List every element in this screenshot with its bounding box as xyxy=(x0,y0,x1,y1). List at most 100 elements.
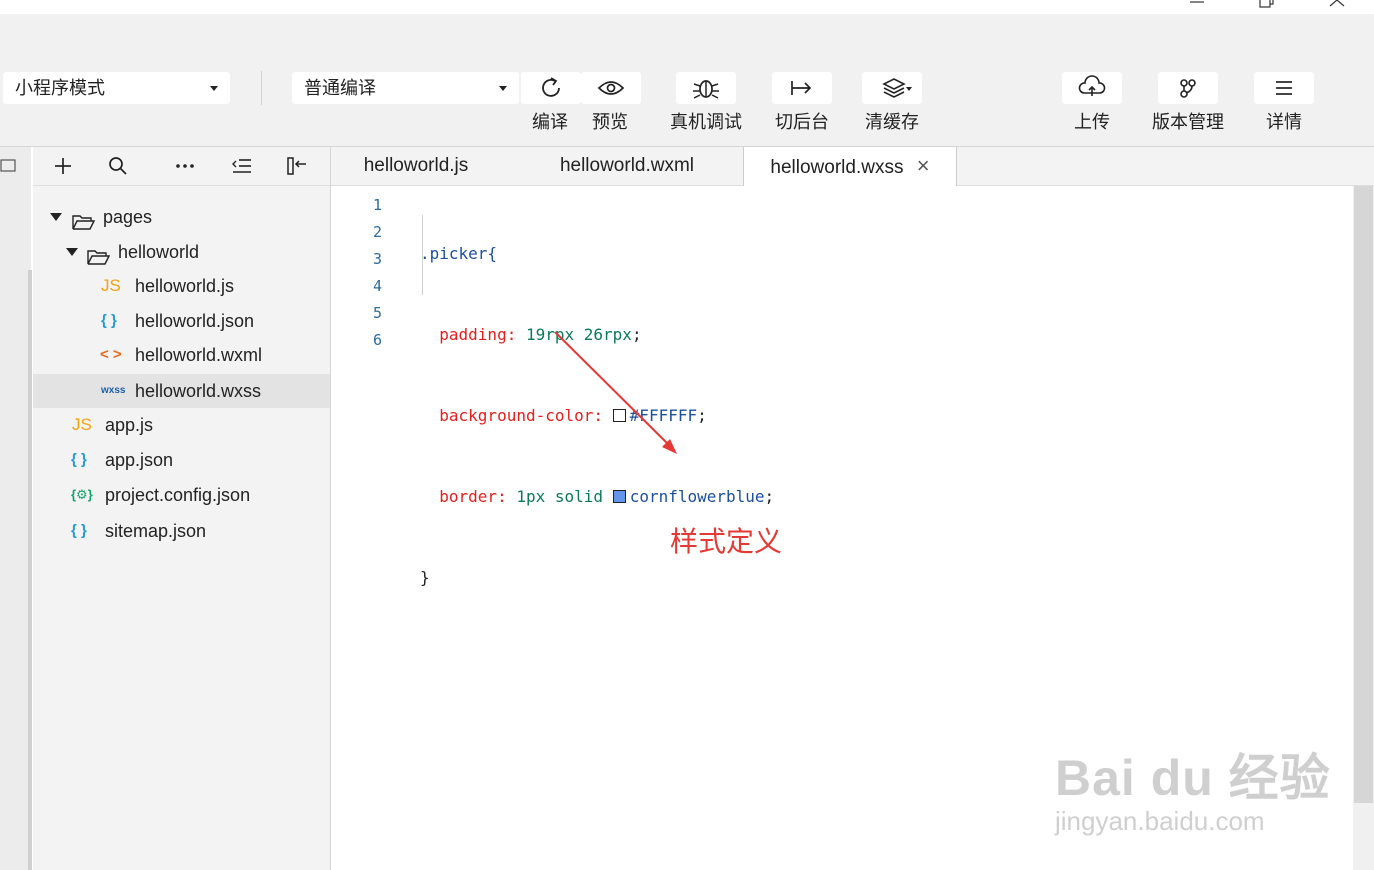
tree-file-sitemap-json[interactable]: { } sitemap.json xyxy=(33,514,330,548)
json-file-icon: { } xyxy=(71,451,87,468)
js-file-icon: JS xyxy=(101,276,121,295)
close-icon[interactable] xyxy=(1327,0,1347,14)
file-explorer: pages helloworld JS helloworld.js { } he… xyxy=(33,186,330,870)
watermark-url: jingyan.baidu.com xyxy=(1055,806,1265,836)
tab-label: helloworld.wxml xyxy=(559,155,695,176)
caret-down-icon xyxy=(50,213,62,221)
clear-cache-button[interactable] xyxy=(862,72,922,104)
tab-helloworld-js[interactable]: helloworld.js xyxy=(331,147,501,185)
tree-item-label: app.json xyxy=(105,450,174,470)
cloud-upload-icon xyxy=(1078,75,1106,96)
search-icon[interactable] xyxy=(108,156,128,181)
explorer-toolbar xyxy=(33,147,330,186)
editor-scrollbar-thumb[interactable] xyxy=(1354,186,1373,803)
line-number-gutter: 1 2 3 4 5 6 xyxy=(332,192,382,354)
code-line-4: border: 1px solid cornflowerblue; xyxy=(420,483,774,510)
line-number: 4 xyxy=(372,277,382,295)
compile-select[interactable]: 普通编译 xyxy=(292,72,519,104)
details-button[interactable] xyxy=(1254,72,1314,104)
version-management-label: 版本管理 xyxy=(1152,112,1224,132)
tree-file-app-js[interactable]: JS app.js xyxy=(33,408,330,442)
tree-file-helloworld-wxml[interactable]: < > helloworld.wxml xyxy=(33,338,330,372)
plus-icon[interactable] xyxy=(53,156,73,181)
annotation-arrow xyxy=(554,331,677,454)
watermark: Bai du 经验 jingyan.baidu.com xyxy=(1055,750,1331,836)
minimize-icon[interactable] xyxy=(1187,0,1207,14)
css-property: border: xyxy=(439,487,507,506)
tree-file-app-json[interactable]: { } app.json xyxy=(33,443,330,477)
wxss-file-icon: wxss xyxy=(101,385,126,396)
tree-item-label: helloworld.wxml xyxy=(135,345,263,365)
upload-label: 上传 xyxy=(1074,112,1110,132)
outdent-icon[interactable] xyxy=(231,156,253,181)
editor-tab-bar: helloworld.js helloworld.wxml helloworld… xyxy=(331,147,1374,186)
compile-select-value: 普通编译 xyxy=(304,78,376,98)
tab-label: helloworld.wxss xyxy=(770,157,904,178)
toolbar-divider xyxy=(261,71,262,105)
tree-item-label: app.js xyxy=(105,415,154,435)
js-file-icon: JS xyxy=(72,415,92,434)
tab-helloworld-wxml[interactable]: helloworld.wxml xyxy=(531,147,723,185)
rail-scrollbar[interactable] xyxy=(28,270,32,870)
tab-helloworld-wxss[interactable]: helloworld.wxss × xyxy=(743,147,957,186)
remote-debug-label: 真机调试 xyxy=(670,112,742,132)
css-value: 1px solid xyxy=(516,487,604,506)
tree-file-project-config[interactable]: {⚙} project.config.json xyxy=(33,478,330,512)
chevron-down-icon xyxy=(210,86,218,91)
line-number: 5 xyxy=(372,304,382,322)
tree-item-label: helloworld.json xyxy=(135,311,255,331)
json-file-icon: { } xyxy=(101,312,117,329)
explorer-divider[interactable] xyxy=(330,147,331,870)
color-swatch-cornflowerblue[interactable] xyxy=(612,490,626,503)
close-tab-icon[interactable]: × xyxy=(917,153,930,178)
tree-item-label: project.config.json xyxy=(105,485,251,505)
simulator-toggle-icon[interactable] xyxy=(0,159,18,180)
details-label: 详情 xyxy=(1266,112,1302,132)
config-file-icon: {⚙} xyxy=(71,487,93,502)
more-icon[interactable] xyxy=(175,156,197,181)
collapse-panel-icon[interactable] xyxy=(286,156,308,181)
tree-item-label: helloworld.wxss xyxy=(135,381,262,401)
caret-down-icon xyxy=(66,248,78,256)
watermark-logo: Bai du 经验 xyxy=(1055,750,1331,806)
mode-select[interactable]: 小程序模式 xyxy=(3,72,230,104)
bug-icon xyxy=(693,80,719,99)
line-number: 3 xyxy=(372,250,382,268)
tree-file-helloworld-wxss[interactable]: wxss helloworld.wxss xyxy=(33,374,330,408)
switch-background-icon xyxy=(791,81,812,95)
switch-background-label: 切后台 xyxy=(775,112,829,132)
restore-icon[interactable] xyxy=(1257,0,1277,14)
css-property: padding: xyxy=(439,325,517,344)
refresh-icon xyxy=(542,77,560,97)
layers-icon xyxy=(882,78,912,98)
title-bar xyxy=(0,0,1374,14)
tree-folder-helloworld[interactable]: helloworld xyxy=(33,235,330,269)
preview-button[interactable] xyxy=(581,72,641,104)
semicolon: ; xyxy=(764,487,775,506)
menu-lines-icon xyxy=(1276,81,1292,95)
eye-icon xyxy=(597,81,625,95)
preview-label: 预览 xyxy=(592,112,628,132)
tree-item-label: helloworld.js xyxy=(135,276,235,296)
switch-background-button[interactable] xyxy=(772,72,832,104)
upload-button[interactable] xyxy=(1062,72,1122,104)
compile-button[interactable] xyxy=(521,72,581,104)
json-file-icon: { } xyxy=(71,522,87,539)
close-brace: } xyxy=(420,568,430,587)
line-number: 1 xyxy=(372,196,382,214)
version-management-button[interactable] xyxy=(1158,72,1218,104)
tree-item-label: pages xyxy=(103,207,153,227)
line-number: 6 xyxy=(372,331,382,349)
tree-file-helloworld-json[interactable]: { } helloworld.json xyxy=(33,304,330,338)
remote-debug-button[interactable] xyxy=(676,72,736,104)
tree-folder-pages[interactable]: pages xyxy=(33,200,330,234)
version-branch-icon xyxy=(1180,79,1196,98)
line-number: 2 xyxy=(372,223,382,241)
code-line-5: } xyxy=(420,564,774,591)
tree-file-helloworld-js[interactable]: JS helloworld.js xyxy=(33,269,330,303)
code-line-1: .picker{ xyxy=(420,240,774,267)
clear-cache-label: 清缓存 xyxy=(865,112,919,132)
main-toolbar: 小程序模式 普通编译 编译 预览 真机调试 切后台 清缓存 上传 版本管理 详情 xyxy=(0,14,1374,146)
css-selector: .picker{ xyxy=(420,244,498,263)
